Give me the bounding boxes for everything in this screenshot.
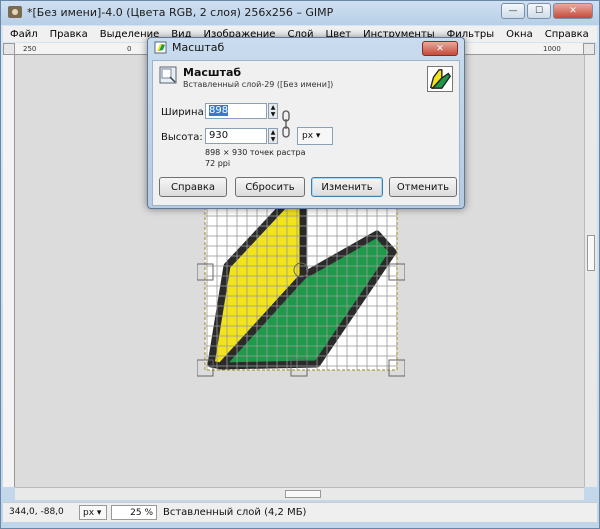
dialog-title: Масштаб <box>172 41 225 54</box>
height-input[interactable]: 930 <box>205 128 267 144</box>
chain-link-icon[interactable] <box>281 109 291 139</box>
ruler-label: 0 <box>127 45 132 53</box>
size-unit-select[interactable]: px ▾ <box>297 127 333 145</box>
dialog-close-button[interactable]: ✕ <box>422 41 458 56</box>
menu-edit[interactable]: Правка <box>50 29 88 40</box>
scale-dialog: Масштаб ✕ Масштаб Вставленный слой-29 ([… <box>147 37 465 209</box>
width-input[interactable]: 898 <box>205 103 267 119</box>
scale-button[interactable]: Изменить <box>311 177 383 197</box>
width-label: Ширина: <box>161 107 208 118</box>
scale-layer-icon <box>159 66 177 84</box>
vertical-ruler[interactable] <box>3 55 15 487</box>
width-value: 898 <box>209 105 229 116</box>
layer-preview-thumbnail <box>427 66 453 92</box>
quick-mask-corner[interactable] <box>3 43 15 55</box>
vertical-scroll-thumb[interactable] <box>587 235 595 271</box>
maximize-button[interactable]: ☐ <box>527 3 551 19</box>
menu-file[interactable]: Файл <box>10 29 38 40</box>
beginner-mark-image[interactable] <box>197 196 405 379</box>
menu-windows[interactable]: Окна <box>506 29 533 40</box>
navigate-icon[interactable] <box>583 43 595 55</box>
width-spinner[interactable]: ▲ ▼ <box>268 103 278 119</box>
help-button[interactable]: Справка <box>159 177 227 197</box>
gimp-app-icon <box>8 6 22 18</box>
title-bar[interactable]: *[Без имени]-4.0 (Цвета RGB, 2 слоя) 256… <box>1 1 599 25</box>
cancel-button[interactable]: Отменить <box>389 177 457 197</box>
dialog-header-subtitle: Вставленный слой-29 ([Без имени]) <box>183 80 334 89</box>
vertical-scrollbar[interactable] <box>584 55 597 487</box>
ruler-label: 1000 <box>543 45 561 53</box>
height-spinner[interactable]: ▲ ▼ <box>268 128 278 144</box>
minimize-button[interactable]: — <box>501 3 525 19</box>
pointer-coordinates: 344,0, -88,0 <box>9 507 64 517</box>
size-info: 898 × 930 точек растра <box>205 148 306 157</box>
ruler-label: 250 <box>23 45 37 53</box>
height-value: 930 <box>209 130 229 141</box>
dialog-body: Масштаб Вставленный слой-29 ([Без имени]… <box>152 60 460 206</box>
gimp-window: *[Без имени]-4.0 (Цвета RGB, 2 слоя) 256… <box>0 0 600 529</box>
unit-select[interactable]: px ▾ <box>79 505 107 520</box>
window-title: *[Без имени]-4.0 (Цвета RGB, 2 слоя) 256… <box>27 6 334 19</box>
dialog-header-title: Масштаб <box>183 66 242 79</box>
layer-info: Вставленный слой (4,2 МБ) <box>163 507 307 518</box>
zoom-select[interactable]: 25 % <box>111 505 157 520</box>
reset-button[interactable]: Сбросить <box>235 177 305 197</box>
resolution-info: 72 ppi <box>205 159 231 168</box>
dialog-header: Масштаб Вставленный слой-29 ([Без имени]… <box>159 66 455 96</box>
status-bar: 344,0, -88,0 px ▾ 25 % Вставленный слой … <box>3 502 597 522</box>
height-label: Высота: <box>161 132 203 143</box>
dialog-title-bar[interactable]: Масштаб <box>154 41 224 54</box>
horizontal-scrollbar[interactable] <box>15 487 584 500</box>
layer-scale-icon <box>154 41 167 54</box>
menu-help[interactable]: Справка <box>545 29 589 40</box>
horizontal-scroll-thumb[interactable] <box>285 490 321 498</box>
close-button[interactable]: ✕ <box>553 3 593 19</box>
